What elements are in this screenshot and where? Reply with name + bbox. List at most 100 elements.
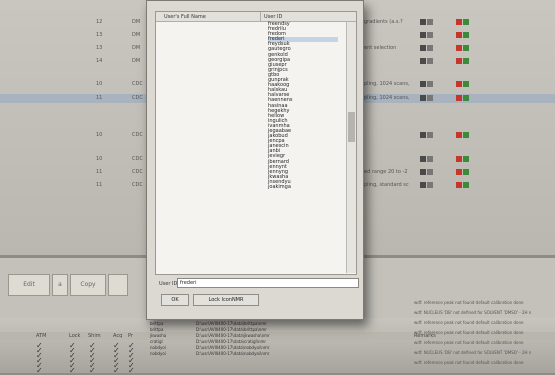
check-icon: ✓ bbox=[128, 366, 135, 375]
header-acq: Acq bbox=[113, 333, 123, 339]
status-icon bbox=[427, 132, 433, 138]
status-icon bbox=[420, 182, 426, 188]
user-status-icon bbox=[463, 156, 469, 162]
header-lock: Lock bbox=[69, 333, 81, 339]
user-status-icon bbox=[463, 169, 469, 175]
row-number: 14 bbox=[96, 58, 103, 64]
user-status-icon bbox=[456, 58, 462, 64]
user-status-icon bbox=[463, 95, 469, 101]
check-icon: ✓ bbox=[113, 366, 120, 375]
status-icon bbox=[427, 81, 433, 87]
remark-text: wdf: reference peak not found default ca… bbox=[414, 360, 524, 365]
copy-button[interactable]: Copy bbox=[70, 274, 106, 296]
user-status-icon bbox=[456, 32, 462, 38]
row-number: 10 bbox=[96, 81, 103, 87]
status-icon bbox=[420, 95, 426, 101]
row-remark: gradients (a.s.? bbox=[364, 19, 403, 25]
row-remark: pling, standard sc bbox=[364, 182, 409, 188]
status-icon bbox=[420, 81, 426, 87]
header-pr: Pr bbox=[128, 333, 133, 339]
user-status-icon bbox=[463, 81, 469, 87]
remark-text: wdf: reference peak not found default ca… bbox=[414, 340, 524, 345]
status-icon bbox=[427, 156, 433, 162]
row-number: 13 bbox=[96, 45, 103, 51]
row-code: CDC bbox=[132, 182, 143, 188]
select-user-dialog: User's Full Name User ID freendsy fredril… bbox=[146, 0, 364, 320]
file-path: D:\usr\AVIII400-17\data\brittpa\nmr bbox=[196, 321, 267, 326]
check-icon: ✓ bbox=[69, 366, 76, 375]
header-shim: Shim bbox=[88, 333, 101, 339]
list-scrollbar[interactable] bbox=[346, 22, 356, 273]
remark-text: wdf: NUCLEUS 'DB' not defined for SOLVEN… bbox=[414, 350, 532, 355]
row-code: CDC bbox=[132, 169, 143, 175]
file-user: cratigl bbox=[150, 339, 163, 344]
row-code: DM bbox=[132, 58, 141, 64]
row-remark: pling, 1024 scans, bbox=[364, 81, 410, 87]
lock-iconnmr-button[interactable]: Lock IconNMR bbox=[193, 294, 259, 306]
ok-button[interactable]: OK bbox=[161, 294, 189, 306]
status-icon bbox=[427, 19, 433, 25]
status-icon bbox=[420, 32, 426, 38]
row-number: 11 bbox=[96, 182, 103, 188]
user-id-item[interactable]: joakimga bbox=[268, 184, 338, 190]
row-code: CDC bbox=[132, 156, 143, 162]
status-icon bbox=[427, 169, 433, 175]
status-icon bbox=[420, 132, 426, 138]
row-code: DM bbox=[132, 32, 141, 38]
file-path: D:\usr\AVIII400-17\data\nobdyoi\nmr bbox=[196, 351, 270, 356]
check-icon: ✓ bbox=[89, 366, 96, 375]
remark-text: wdf: reference peak not found default ca… bbox=[414, 300, 524, 305]
user-status-icon bbox=[456, 19, 462, 25]
row-remark: ent selection bbox=[364, 45, 397, 51]
user-status-icon bbox=[463, 19, 469, 25]
user-list-header: User's Full Name User ID bbox=[156, 12, 356, 22]
check-icon: ✓ bbox=[36, 366, 43, 375]
user-status-icon bbox=[456, 95, 462, 101]
status-icon bbox=[427, 45, 433, 51]
status-icon bbox=[420, 156, 426, 162]
column-full-name[interactable]: User's Full Name bbox=[164, 14, 206, 20]
scrollbar-thumb[interactable] bbox=[348, 112, 355, 142]
remark-text: wdf: reference peak not found default ca… bbox=[414, 330, 524, 335]
edit-button[interactable]: Edit bbox=[8, 274, 50, 296]
row-code: DM bbox=[132, 19, 141, 25]
status-icon bbox=[427, 58, 433, 64]
userid-input[interactable]: frederi bbox=[177, 278, 359, 288]
file-path: D:\usr\AVIII400-17\data\cratigl\nmr bbox=[196, 339, 267, 344]
user-status-icon bbox=[463, 45, 469, 51]
file-user: brittpa bbox=[150, 321, 164, 326]
row-code: DM bbox=[132, 45, 141, 51]
status-icon bbox=[427, 95, 433, 101]
user-status-icon bbox=[463, 182, 469, 188]
user-status-icon bbox=[456, 132, 462, 138]
row-remark: pling, 1024 scans, bbox=[364, 95, 410, 101]
user-status-icon bbox=[456, 81, 462, 87]
user-status-icon bbox=[463, 132, 469, 138]
row-code: CDC bbox=[132, 132, 143, 138]
column-user-id[interactable]: User ID bbox=[264, 14, 282, 20]
file-user: nobdyoi bbox=[150, 351, 166, 356]
status-icon bbox=[420, 19, 426, 25]
user-status-icon bbox=[463, 32, 469, 38]
row-number: 13 bbox=[96, 32, 103, 38]
file-user: nobdyoi bbox=[150, 345, 166, 350]
remark-text: wdf: reference peak not found default ca… bbox=[414, 320, 524, 325]
user-status-icon bbox=[456, 45, 462, 51]
status-icon bbox=[420, 45, 426, 51]
user-status-icon bbox=[463, 58, 469, 64]
user-id-column: freendsy fredrilu fredom frederi freydsuk gau… bbox=[268, 21, 338, 190]
header-atm: ATM bbox=[36, 333, 47, 339]
row-remark: ed range 20 to -2 bbox=[364, 169, 408, 175]
row-code: CDC bbox=[132, 81, 143, 87]
row-number: 12 bbox=[96, 19, 103, 25]
status-icon bbox=[420, 169, 426, 175]
status-icon bbox=[427, 32, 433, 38]
a-button[interactable]: a bbox=[52, 274, 68, 296]
user-list[interactable]: User's Full Name User ID freendsy fredril… bbox=[155, 11, 357, 275]
user-status-icon bbox=[456, 156, 462, 162]
row-code: CDC bbox=[132, 95, 143, 101]
file-path: D:\usr\AVIII400-17\data\nobdyoi\nmr bbox=[196, 345, 270, 350]
small-button[interactable] bbox=[108, 274, 128, 296]
userid-label: User ID bbox=[159, 281, 178, 287]
file-user: jkwasha bbox=[150, 333, 167, 338]
